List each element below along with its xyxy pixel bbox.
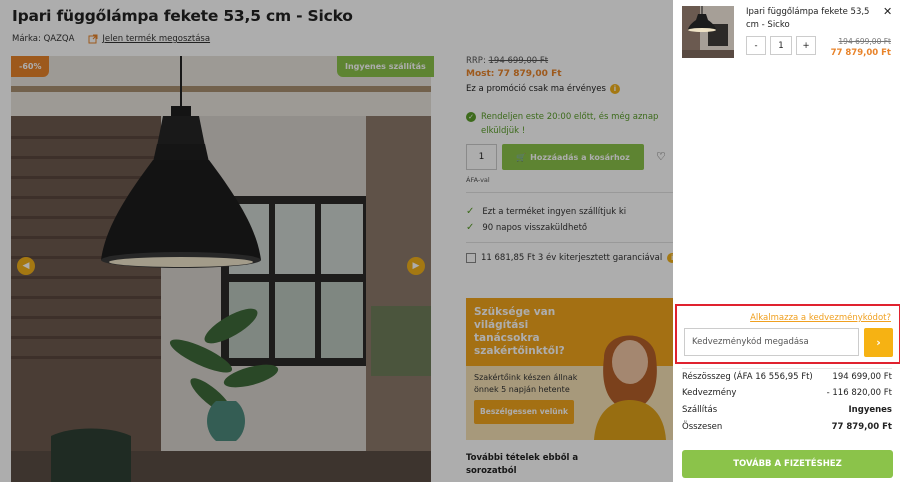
lamp-thumbnail-image [682,6,734,58]
checkout-button[interactable]: TOVÁBB A FIZETÉSHEZ [682,450,893,478]
summary-value: Ingyenes [848,405,892,415]
summary-label: Szállítás [682,405,718,415]
summary-label: Részösszeg (ÁFA 16 556,95 Ft) [682,372,813,382]
decrease-button[interactable]: - [746,36,766,55]
summary-row-total: Összesen 77 879,00 Ft [682,422,892,432]
summary-value: 77 879,00 Ft [831,422,892,432]
summary-value: 194 699,00 Ft [832,372,892,382]
summary-row-shipping: Szállítás Ingyenes [682,405,892,415]
coupon-section: Alkalmazza a kedvezménykódot? › [675,304,900,364]
summary-label: Összesen [682,422,723,432]
cart-item-thumbnail [682,6,734,58]
summary-value: - 116 820,00 Ft [826,388,892,398]
summary-label: Kedvezmény [682,388,737,398]
close-icon[interactable]: ✕ [883,5,892,18]
chevron-right-icon: › [876,336,881,349]
increase-button[interactable]: + [796,36,816,55]
cart-item-name: Ipari függőlámpa fekete 53,5 cm - Sicko [746,7,870,30]
cart-quantity-value[interactable]: 1 [770,36,792,55]
coupon-submit-button[interactable]: › [864,328,893,357]
cart-quantity-stepper: - 1 + [746,36,816,55]
summary-divider [682,368,892,369]
overlay-backdrop[interactable] [0,0,673,482]
apply-coupon-link[interactable]: Alkalmazza a kedvezménykódot? [750,313,891,323]
cart-new-price: 77 879,00 Ft [830,48,891,58]
summary-row-subtotal: Részösszeg (ÁFA 16 556,95 Ft) 194 699,00… [682,372,892,382]
coupon-code-input[interactable] [684,328,859,356]
checkout-label: TOVÁBB A FIZETÉSHEZ [733,459,842,469]
summary-row-discount: Kedvezmény - 116 820,00 Ft [682,388,892,398]
cart-old-price: 194 699,00 Ft [838,37,891,46]
